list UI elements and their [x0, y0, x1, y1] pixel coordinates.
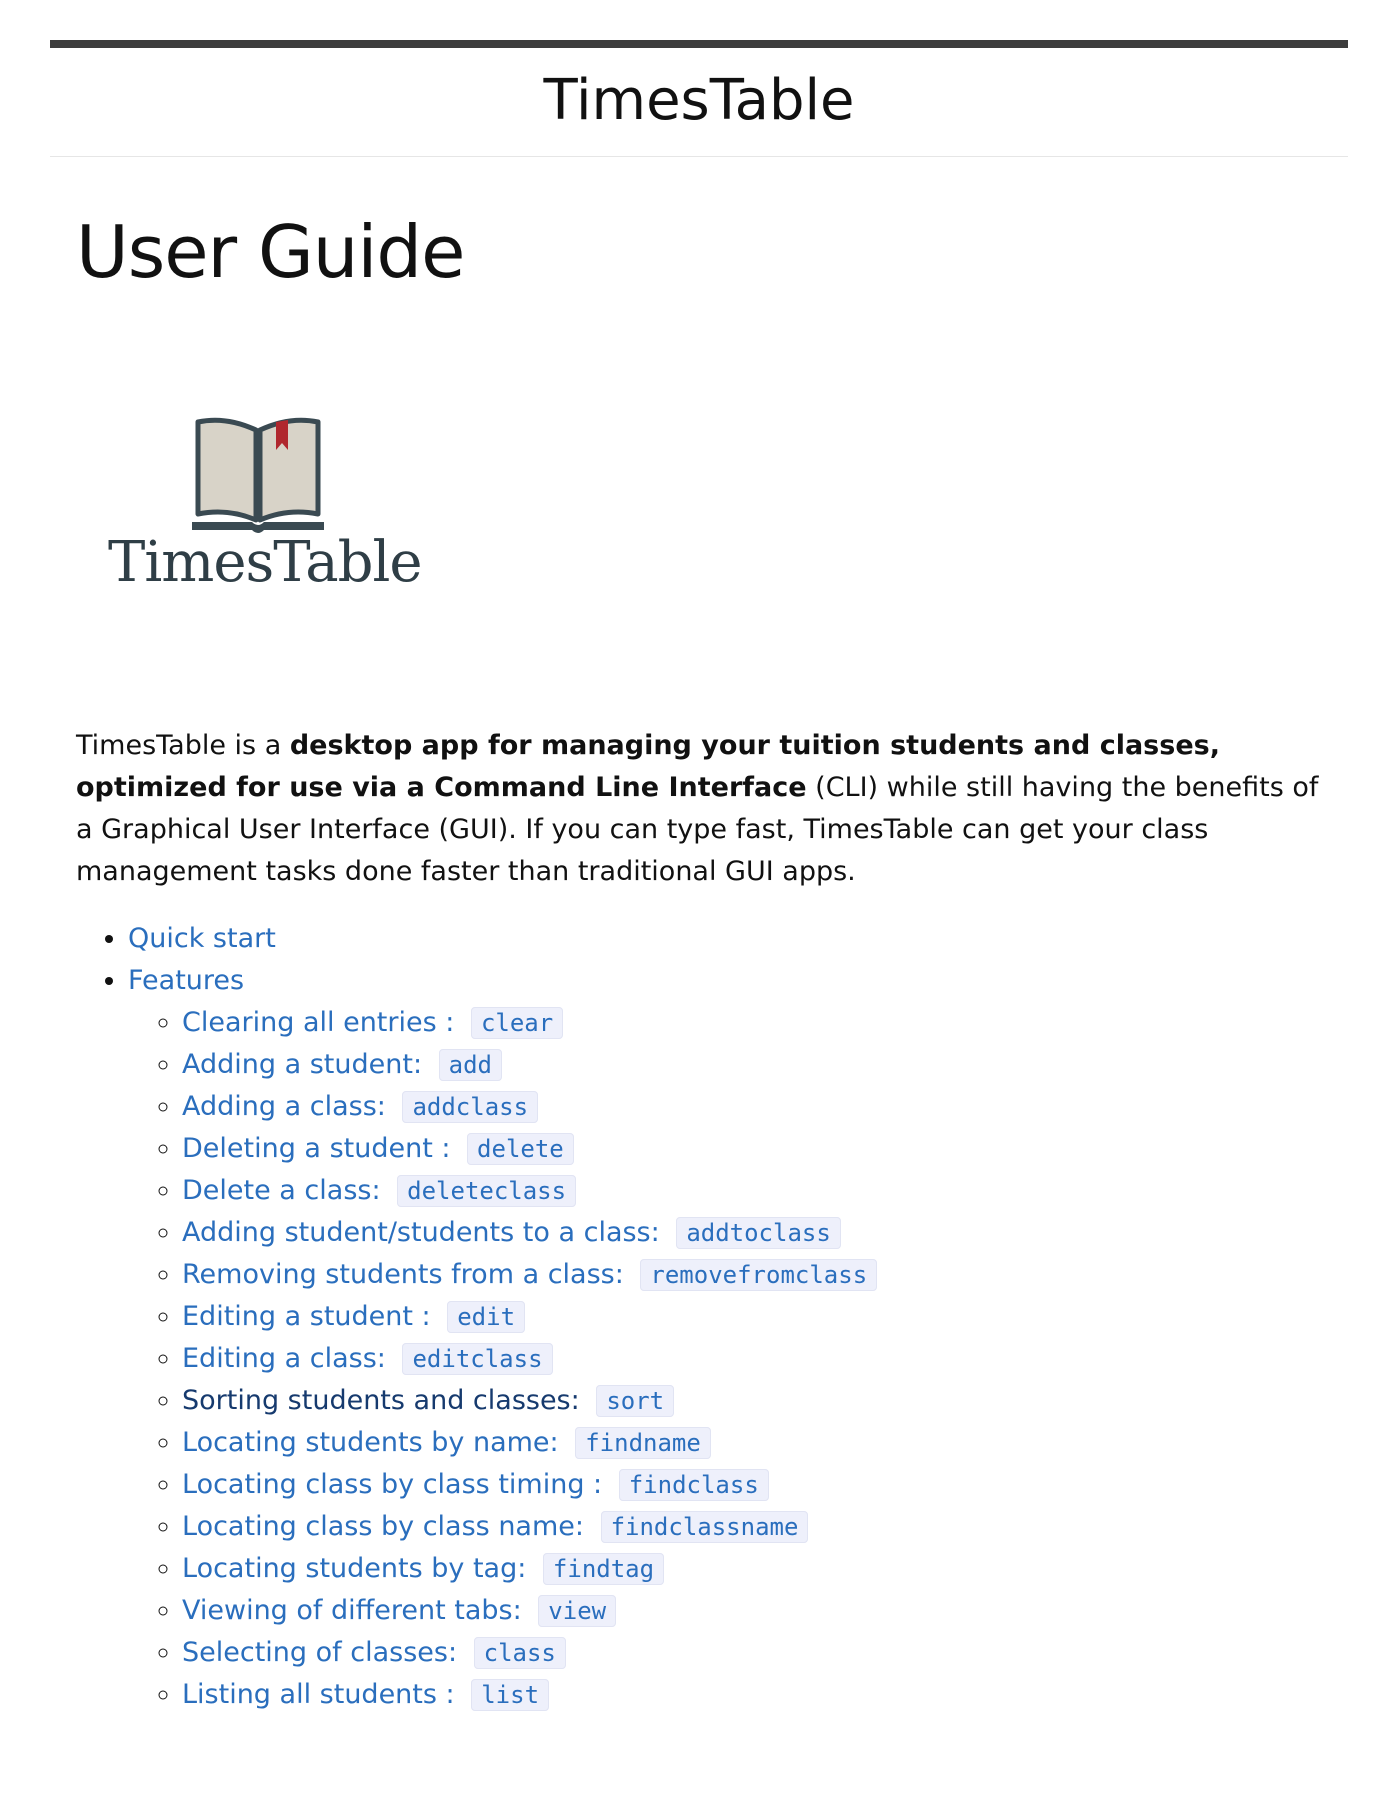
command-code: findname — [575, 1427, 711, 1459]
command-code: findclassname — [600, 1511, 809, 1543]
command-code: add — [438, 1049, 502, 1081]
command-code: sort — [596, 1385, 675, 1417]
command-code: delete — [467, 1133, 574, 1165]
toc-link-list[interactable]: Listing all students : list — [182, 1679, 550, 1711]
list-item: Locating students by tag: findtag — [182, 1548, 877, 1590]
features-sublist: Clearing all entries : clear Adding a st… — [128, 1002, 878, 1716]
toc-link-deleteclass[interactable]: Delete a class: deleteclass — [182, 1175, 577, 1207]
toc-link-addtoclass[interactable]: Adding student/students to a class: addt… — [182, 1217, 841, 1249]
intro-text-1: TimesTable is a — [76, 730, 290, 761]
toc-link-label: Removing students from a class: — [182, 1259, 633, 1290]
command-code: edit — [447, 1301, 526, 1333]
list-item: Adding a student: add — [182, 1044, 877, 1086]
toc-link-label: Adding student/students to a class: — [182, 1217, 669, 1248]
table-of-contents: Quick start Features Clearing all entrie… — [76, 918, 878, 1716]
list-item: Viewing of different tabs: view — [182, 1590, 877, 1632]
site-title-link[interactable]: TimesTable — [543, 70, 854, 132]
command-code: list — [471, 1679, 550, 1711]
list-item: Editing a class: editclass — [182, 1338, 877, 1380]
command-code: editclass — [402, 1343, 553, 1375]
list-item: Adding student/students to a class: addt… — [182, 1212, 877, 1254]
intro-paragraph: TimesTable is a desktop app for managing… — [76, 725, 1326, 893]
toc-link-label: Locating class by class timing : — [182, 1469, 611, 1500]
toc-link-clear[interactable]: Clearing all entries : clear — [182, 1007, 564, 1039]
toc-link-label: Adding a student: — [182, 1049, 431, 1080]
list-item: Adding a class: addclass — [182, 1086, 877, 1128]
toc-link-findtag[interactable]: Locating students by tag: findtag — [182, 1553, 665, 1585]
toc-link-add[interactable]: Adding a student: add — [182, 1049, 502, 1081]
toc-item-quick-start: Quick start — [128, 918, 877, 960]
toc-link-findclass[interactable]: Locating class by class timing : findcla… — [182, 1469, 769, 1501]
book-icon — [192, 417, 324, 533]
timestable-logo: TimesTable — [108, 410, 423, 610]
toc-link-findclassname[interactable]: Locating class by class name: findclassn… — [182, 1511, 809, 1543]
toc-link-editclass[interactable]: Editing a class: editclass — [182, 1343, 553, 1375]
command-code: view — [538, 1595, 617, 1627]
list-item: Listing all students : list — [182, 1674, 877, 1716]
toc-link-label: Editing a student : — [182, 1301, 440, 1332]
toc-link-label: Selecting of classes: — [182, 1637, 466, 1668]
list-item: Locating class by class name: findclassn… — [182, 1506, 877, 1548]
toc-link-label: Adding a class: — [182, 1091, 395, 1122]
toc-link-label: Clearing all entries : — [182, 1007, 463, 1038]
command-code: findclass — [618, 1469, 769, 1501]
features-link[interactable]: Features — [128, 965, 244, 996]
site-header: TimesTable — [50, 48, 1348, 157]
list-item: Clearing all entries : clear — [182, 1002, 877, 1044]
list-item: Locating class by class timing : findcla… — [182, 1464, 877, 1506]
toc-link-label: Delete a class: — [182, 1175, 390, 1206]
command-code: findtag — [542, 1553, 665, 1585]
toc-link-removefromclass[interactable]: Removing students from a class: removefr… — [182, 1259, 878, 1291]
list-item: Delete a class: deleteclass — [182, 1170, 877, 1212]
toc-link-delete[interactable]: Deleting a student : delete — [182, 1133, 574, 1165]
toc-link-view[interactable]: Viewing of different tabs: view — [182, 1595, 617, 1627]
page-title: User Guide — [76, 210, 465, 294]
list-item: Removing students from a class: removefr… — [182, 1254, 878, 1296]
list-item: Deleting a student : delete — [182, 1128, 877, 1170]
toc-link-addclass[interactable]: Adding a class: addclass — [182, 1091, 539, 1123]
quick-start-link[interactable]: Quick start — [128, 923, 276, 954]
command-code: addtoclass — [676, 1217, 841, 1249]
header-top-bar — [50, 40, 1348, 48]
toc-link-edit[interactable]: Editing a student : edit — [182, 1301, 526, 1333]
list-item: Selecting of classes: class — [182, 1632, 877, 1674]
logo-text: TimesTable — [108, 530, 423, 595]
command-code: class — [473, 1637, 566, 1669]
toc-link-label: Editing a class: — [182, 1343, 395, 1374]
toc-link-label: Locating class by class name: — [182, 1511, 593, 1542]
list-item: Sorting students and classes: sort — [182, 1380, 877, 1422]
toc-link-sort[interactable]: Sorting students and classes: sort — [182, 1385, 675, 1417]
toc-item-features: Features Clearing all entries : clear Ad… — [128, 960, 878, 1716]
toc-link-class[interactable]: Selecting of classes: class — [182, 1637, 566, 1669]
toc-link-label: Locating students by tag: — [182, 1553, 535, 1584]
toc-link-label: Deleting a student : — [182, 1133, 460, 1164]
toc-link-label: Locating students by name: — [182, 1427, 568, 1458]
command-code: removefromclass — [640, 1259, 878, 1291]
toc-link-label: Viewing of different tabs: — [182, 1595, 531, 1626]
toc-link-findname[interactable]: Locating students by name: findname — [182, 1427, 711, 1459]
command-code: deleteclass — [397, 1175, 577, 1207]
list-item: Editing a student : edit — [182, 1296, 877, 1338]
command-code: addclass — [402, 1091, 539, 1123]
list-item: Locating students by name: findname — [182, 1422, 877, 1464]
toc-link-label: Listing all students : — [182, 1679, 464, 1710]
command-code: clear — [470, 1007, 564, 1039]
toc-link-label: Sorting students and classes: — [182, 1385, 589, 1416]
